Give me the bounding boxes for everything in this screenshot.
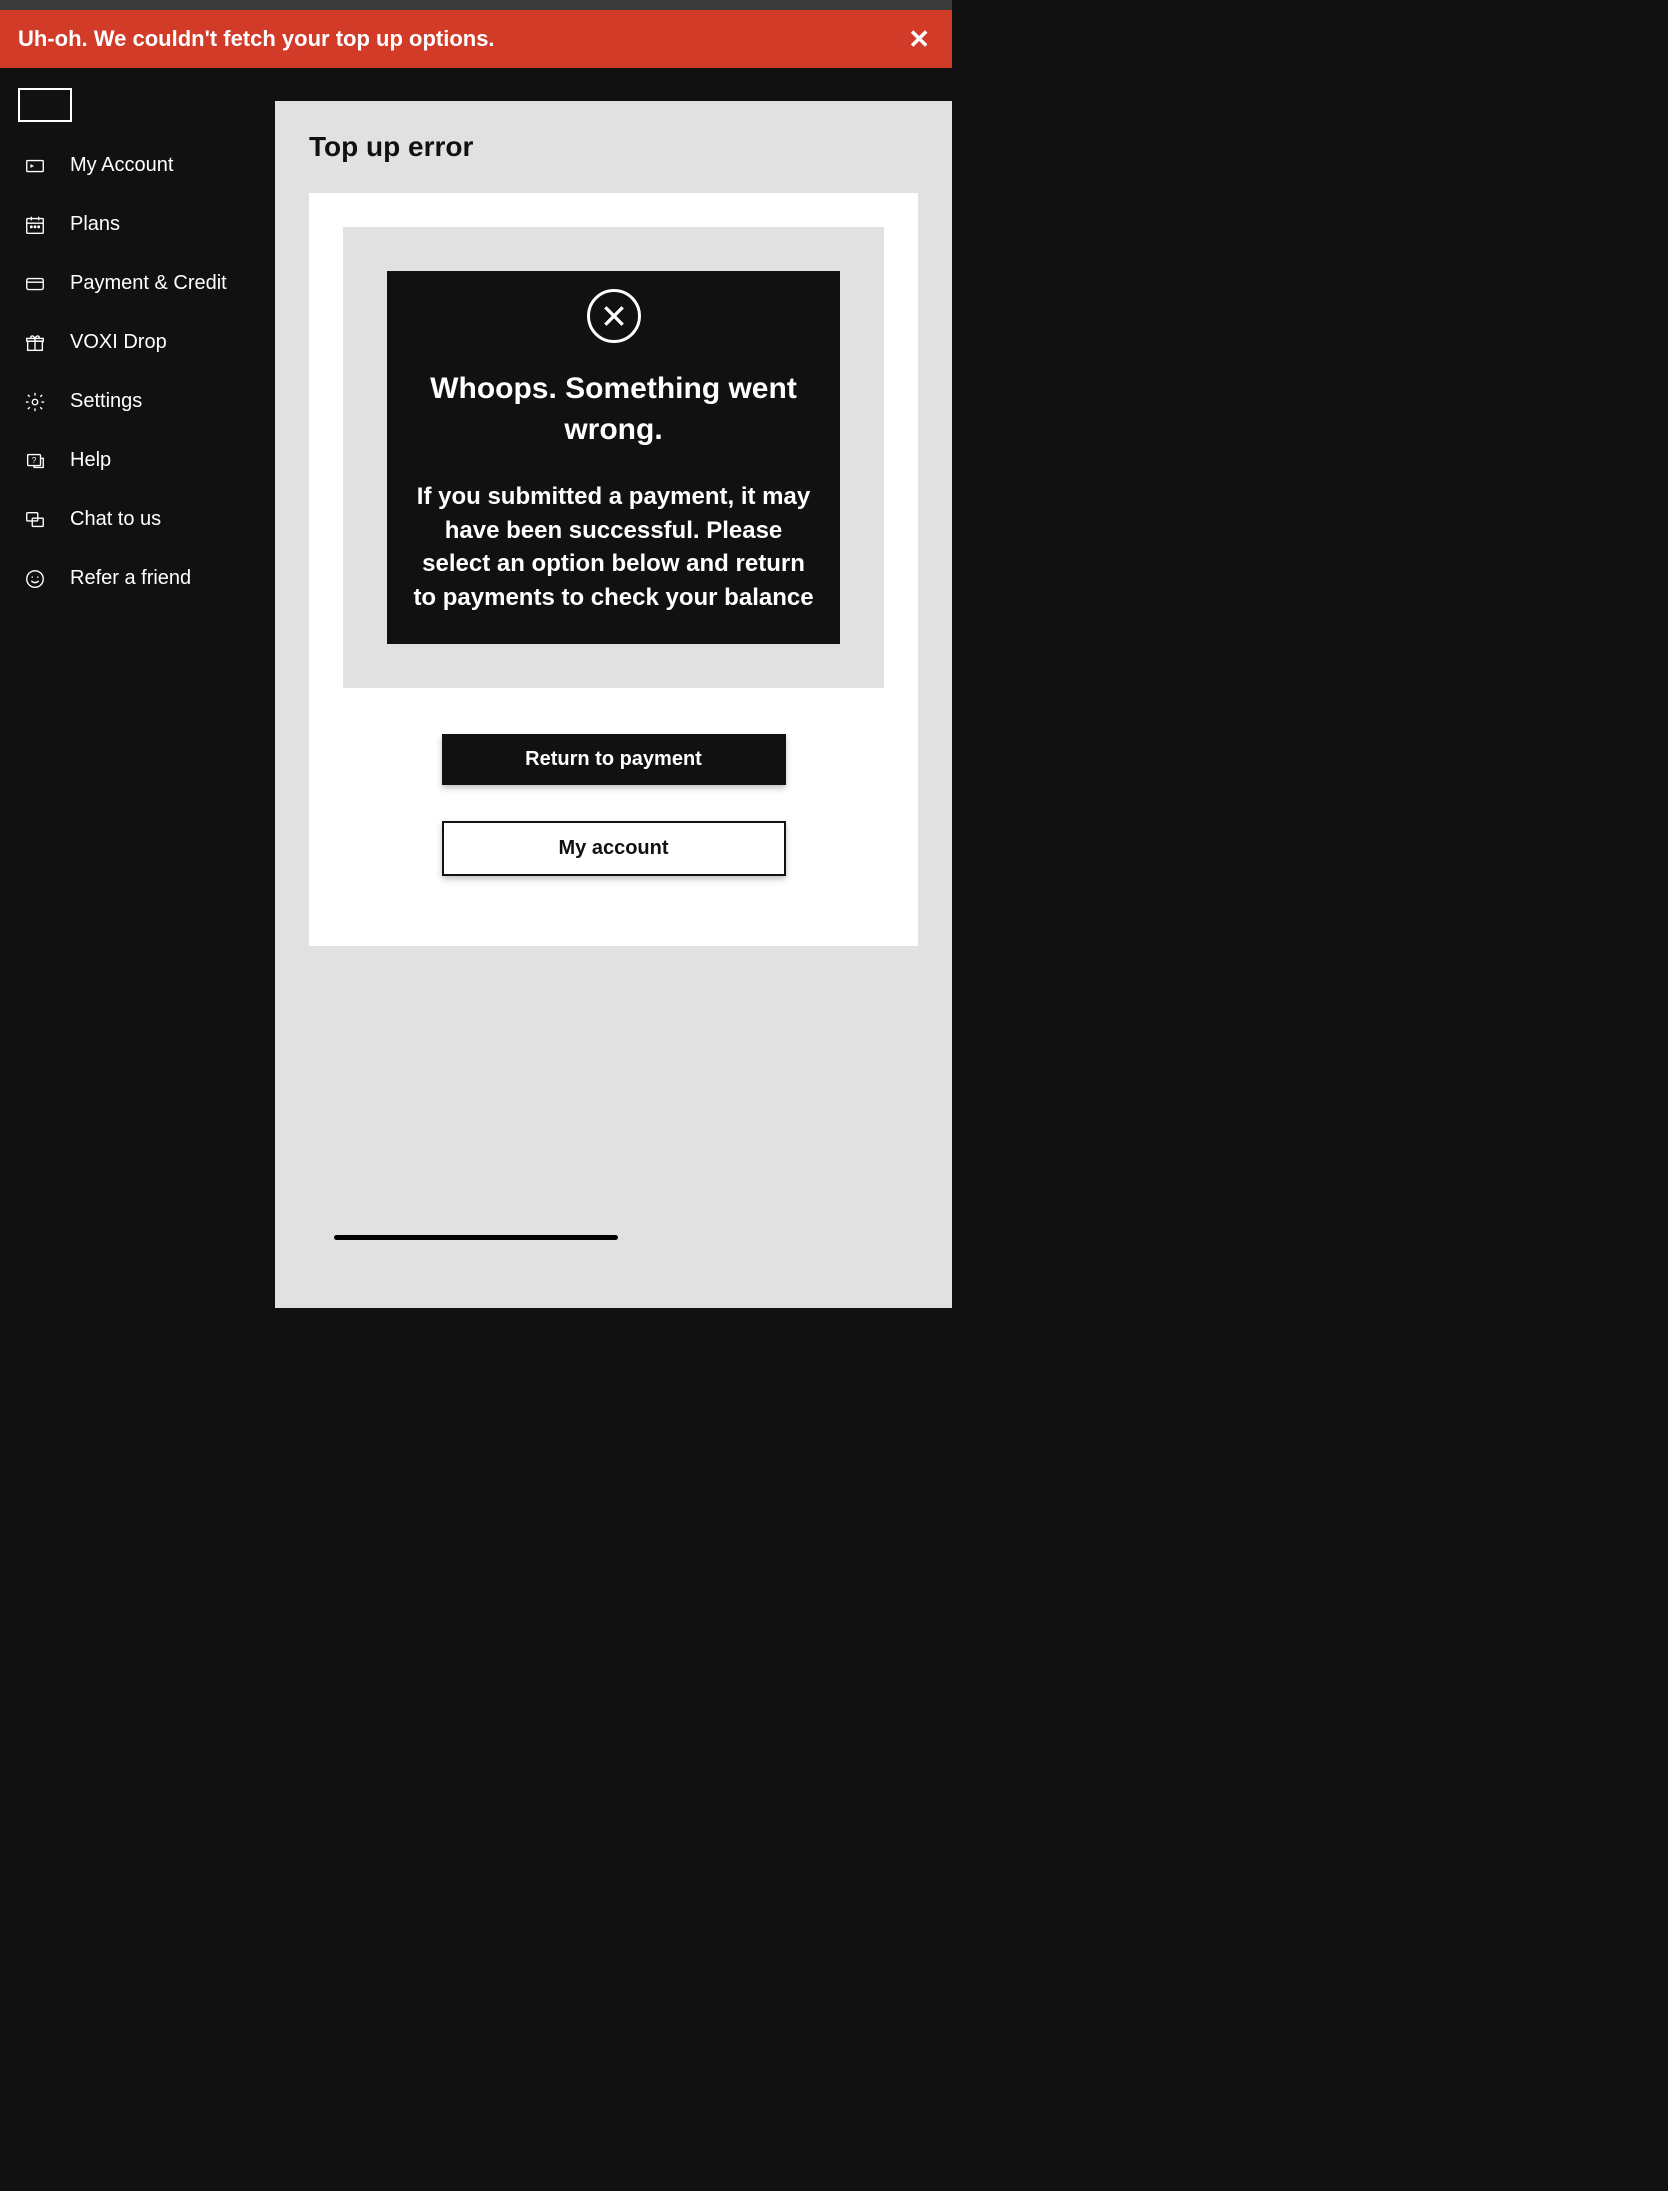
my-account-button[interactable]: My account — [442, 821, 786, 876]
error-card: Whoops. Something went wrong. If you sub… — [309, 193, 918, 946]
smile-icon — [24, 568, 46, 590]
return-to-payment-button[interactable]: Return to payment — [442, 734, 786, 785]
error-panel-inner: Whoops. Something went wrong. If you sub… — [387, 271, 840, 644]
sidebar-item-label: Settings — [70, 390, 142, 413]
device-status-bar — [0, 0, 952, 10]
sidebar-item-chat[interactable]: Chat to us — [0, 490, 275, 549]
sidebar-item-label: Help — [70, 449, 111, 472]
home-indicator[interactable] — [334, 1235, 618, 1240]
gear-icon — [24, 391, 46, 413]
sidebar-item-label: My Account — [70, 154, 173, 177]
brand-logo[interactable] — [18, 88, 72, 122]
close-icon[interactable]: ✕ — [904, 26, 934, 52]
error-heading: Whoops. Something went wrong. — [409, 369, 818, 450]
sidebar-item-settings[interactable]: Settings — [0, 372, 275, 431]
sidebar-item-payment-credit[interactable]: Payment & Credit — [0, 254, 275, 313]
chat-icon — [24, 509, 46, 531]
sidebar-item-help[interactable]: ? Help — [0, 431, 275, 490]
error-panel-outer: Whoops. Something went wrong. If you sub… — [343, 227, 884, 688]
svg-text:?: ? — [32, 455, 37, 464]
main-content: Top up error Whoops. Something went wron… — [275, 101, 952, 1308]
sidebar-item-plans[interactable]: Plans — [0, 195, 275, 254]
sidebar: My Account Plans Payment & Credit VOXI D… — [0, 68, 275, 1308]
gift-icon — [24, 332, 46, 354]
error-x-icon — [587, 289, 641, 343]
account-icon — [24, 155, 46, 177]
credit-card-icon — [24, 273, 46, 295]
sidebar-item-label: Refer a friend — [70, 567, 191, 590]
alert-banner: Uh-oh. We couldn't fetch your top up opt… — [0, 10, 952, 68]
sidebar-item-label: Payment & Credit — [70, 272, 227, 295]
sidebar-item-label: VOXI Drop — [70, 331, 167, 354]
action-buttons: Return to payment My account — [343, 734, 884, 876]
alert-message: Uh-oh. We couldn't fetch your top up opt… — [18, 26, 495, 52]
sidebar-item-refer-friend[interactable]: Refer a friend — [0, 549, 275, 608]
help-icon: ? — [24, 450, 46, 472]
error-body: If you submitted a payment, it may have … — [409, 480, 818, 614]
sidebar-item-my-account[interactable]: My Account — [0, 136, 275, 195]
calendar-icon — [24, 214, 46, 236]
sidebar-item-label: Plans — [70, 213, 120, 236]
page-title: Top up error — [309, 131, 918, 163]
sidebar-item-label: Chat to us — [70, 508, 161, 531]
sidebar-item-voxi-drop[interactable]: VOXI Drop — [0, 313, 275, 372]
